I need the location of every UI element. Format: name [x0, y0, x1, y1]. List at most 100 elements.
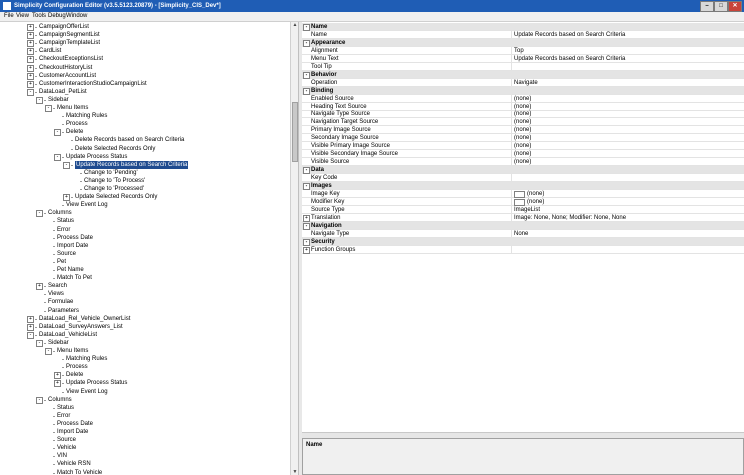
- tree-node[interactable]: Sidebar: [48, 339, 69, 347]
- property-row[interactable]: Modifier Key (none): [302, 197, 744, 206]
- collapse-icon[interactable]: -: [27, 331, 34, 339]
- tree-node[interactable]: DataLoad_VehicleList: [39, 331, 97, 339]
- tree-node[interactable]: Columns: [48, 209, 72, 217]
- collapse-icon[interactable]: -: [54, 153, 61, 161]
- collapse-icon[interactable]: -: [63, 161, 70, 169]
- property-row[interactable]: Name Update Records based on Search Crite…: [302, 30, 744, 39]
- tree-node[interactable]: Matching Rules: [66, 112, 107, 120]
- property-value[interactable]: Image: None, None; Modifier: None, None: [514, 214, 626, 222]
- minimize-button[interactable]: –: [700, 1, 714, 12]
- tree-node[interactable]: Process Date: [57, 420, 93, 428]
- tree-node[interactable]: Vehicle RSN: [57, 460, 91, 468]
- tree-node[interactable]: Menu Items: [57, 104, 88, 112]
- tree-node[interactable]: Source: [57, 250, 76, 258]
- property-row[interactable]: Operation Navigate: [302, 78, 744, 87]
- tree-node[interactable]: Pet: [57, 258, 66, 266]
- tree-node[interactable]: Update Process Status: [66, 153, 127, 161]
- tree-node[interactable]: Update Process Status: [66, 379, 127, 387]
- expand-icon[interactable]: +: [27, 48, 34, 56]
- collapse-icon[interactable]: -: [36, 96, 43, 104]
- expand-icon[interactable]: +: [63, 194, 70, 202]
- tree-node[interactable]: Change to 'Processed': [84, 185, 144, 193]
- tree-node[interactable]: Sidebar: [48, 96, 69, 104]
- tree-node[interactable]: Formulae: [48, 298, 73, 306]
- expand-icon[interactable]: +: [27, 64, 34, 72]
- tree-node[interactable]: Delete Records based on Search Criteria: [75, 136, 184, 144]
- property-value[interactable]: Top: [514, 47, 524, 55]
- property-row[interactable]: Secondary Image Source (none): [302, 134, 744, 143]
- tree-node[interactable]: Matching Rules: [66, 355, 107, 363]
- collapse-icon[interactable]: -: [54, 129, 61, 137]
- collapse-icon[interactable]: -: [303, 24, 310, 31]
- tree-node[interactable]: Update Selected Records Only: [75, 193, 157, 201]
- menu-view[interactable]: View: [16, 12, 29, 21]
- property-value[interactable]: (none): [514, 142, 531, 150]
- tree-node[interactable]: CardList: [39, 47, 61, 55]
- property-value[interactable]: ImageList: [514, 206, 540, 214]
- collapse-icon[interactable]: -: [45, 348, 52, 355]
- property-value[interactable]: Update Records based on Search Criteria: [514, 31, 625, 39]
- tree-node[interactable]: CustomerAccountList: [39, 72, 96, 80]
- tree-node[interactable]: VIN: [57, 452, 67, 460]
- expand-icon[interactable]: +: [27, 72, 34, 80]
- tree-node[interactable]: Vehicle: [57, 444, 76, 452]
- property-row[interactable]: + Function Groups: [302, 245, 744, 254]
- tree-node[interactable]: CheckoutHistoryList: [39, 64, 92, 72]
- tree-node[interactable]: Match To Vehicle: [57, 469, 102, 475]
- property-row[interactable]: + Translation Image: None, None; Modifier:…: [302, 213, 744, 222]
- tree-node[interactable]: Process Date: [57, 234, 93, 242]
- config-tree[interactable]: + CampaignOfferList + CampaignSegmentList + C…: [0, 22, 290, 475]
- expand-icon[interactable]: +: [54, 372, 61, 380]
- expand-icon[interactable]: +: [27, 32, 34, 40]
- expand-icon[interactable]: +: [303, 246, 310, 254]
- property-value[interactable]: (none): [514, 95, 531, 103]
- expand-icon[interactable]: +: [27, 56, 34, 64]
- collapse-icon[interactable]: -: [36, 210, 43, 218]
- property-value[interactable]: (none): [514, 134, 531, 142]
- tree-node[interactable]: Import Date: [57, 428, 88, 436]
- property-row[interactable]: Primary Image Source (none): [302, 126, 744, 135]
- tree-node[interactable]: DataLoad_Rel_Vehicle_OwnerList: [39, 315, 130, 323]
- tree-node[interactable]: Error: [57, 226, 70, 234]
- property-value[interactable]: (none): [514, 150, 531, 158]
- expand-icon[interactable]: +: [36, 283, 43, 291]
- tree-node[interactable]: DataLoad_SurveyAnswers_List: [39, 323, 123, 331]
- tree-node[interactable]: Status: [57, 217, 74, 225]
- collapse-icon[interactable]: -: [303, 71, 310, 79]
- property-category[interactable]: - Binding: [302, 86, 744, 95]
- expand-icon[interactable]: +: [27, 80, 34, 88]
- property-row[interactable]: Alignment Top: [302, 46, 744, 55]
- tree-node[interactable]: Change to 'To Process': [84, 177, 145, 185]
- tree-node[interactable]: Change to 'Pending': [84, 169, 138, 177]
- property-row[interactable]: Visible Primary Image Source (none): [302, 142, 744, 151]
- tree-node[interactable]: CampaignOfferList: [39, 23, 89, 31]
- property-row[interactable]: Tool Tip: [302, 62, 744, 71]
- tree-node[interactable]: Source: [57, 436, 76, 444]
- property-category[interactable]: - Navigation: [302, 221, 744, 230]
- property-value[interactable]: (none): [527, 198, 544, 206]
- property-value[interactable]: None: [514, 230, 528, 238]
- tree-node[interactable]: Columns: [48, 396, 72, 404]
- tree-node[interactable]: CampaignSegmentList: [39, 31, 100, 39]
- tree-node[interactable]: Import Date: [57, 242, 88, 250]
- property-row[interactable]: Visible Secondary Image Source (none): [302, 150, 744, 159]
- property-grid[interactable]: - Name Name Update Records based on Search …: [302, 22, 744, 432]
- property-row[interactable]: Menu Text Update Records based on Search …: [302, 54, 744, 63]
- collapse-icon[interactable]: -: [303, 39, 310, 47]
- property-value[interactable]: (none): [514, 158, 531, 166]
- tree-node[interactable]: Status: [57, 404, 74, 412]
- collapse-icon[interactable]: -: [36, 396, 43, 404]
- property-category[interactable]: - Behavior: [302, 70, 744, 79]
- menu-debug[interactable]: Debug: [48, 12, 66, 21]
- property-row[interactable]: Key Code: [302, 174, 744, 183]
- property-value[interactable]: (none): [514, 126, 531, 134]
- property-category[interactable]: - Data: [302, 166, 744, 175]
- property-value[interactable]: Update Records based on Search Criteria: [514, 55, 625, 63]
- property-row[interactable]: Navigate Type Source (none): [302, 110, 744, 119]
- tree-node-selected[interactable]: Update Records based on Search Criteria: [75, 160, 189, 169]
- tree-node[interactable]: Process: [66, 120, 88, 128]
- collapse-icon[interactable]: -: [27, 88, 34, 96]
- menu-tools[interactable]: Tools: [32, 12, 46, 21]
- tree-node[interactable]: View Event Log: [66, 201, 108, 209]
- tree-node[interactable]: Delete Selected Records Only: [75, 145, 155, 153]
